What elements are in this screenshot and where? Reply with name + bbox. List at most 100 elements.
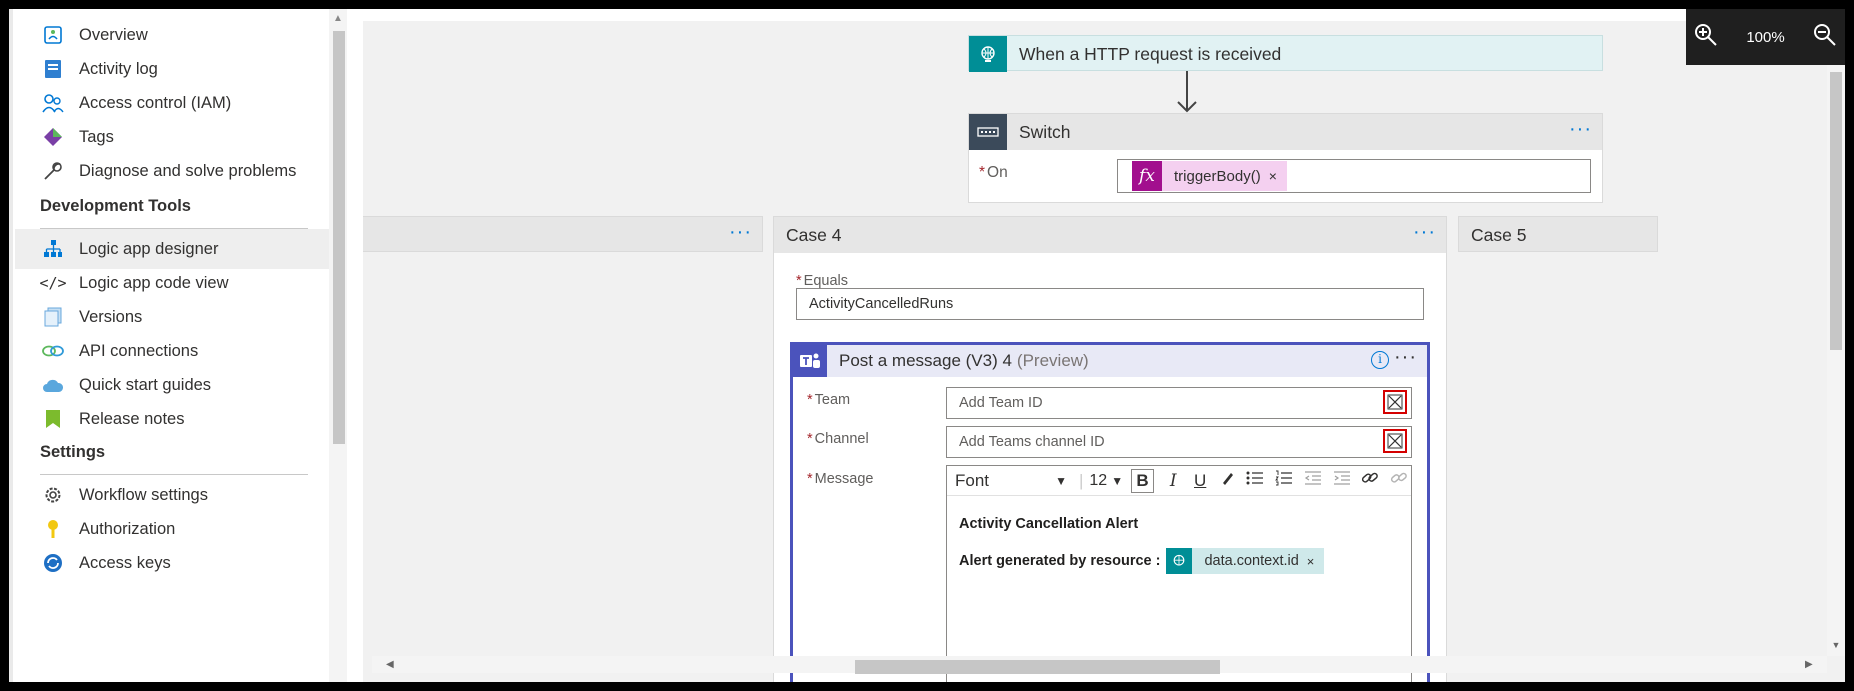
sidebar-item-label: Quick start guides <box>79 375 212 394</box>
gear-icon <box>41 483 65 507</box>
activity-log-icon <box>41 57 65 81</box>
trigger-title: When a HTTP request is received <box>1019 43 1282 64</box>
more-options-icon[interactable]: ··· <box>1569 118 1592 141</box>
chevron-down-icon[interactable]: ▼ <box>1055 474 1067 488</box>
sidebar-item-label: Logic app designer <box>79 239 219 258</box>
italic-icon[interactable]: I <box>1164 471 1183 491</box>
sidebar-item-label: Access control (IAM) <box>79 93 232 112</box>
message-editor[interactable]: Font ▼ | 12 ▼ B I U Activity Cancellatio… <box>946 465 1412 682</box>
switch-title: Switch <box>1019 121 1071 142</box>
link-icon[interactable] <box>1361 470 1382 491</box>
sidebar-item-label: Workflow settings <box>79 485 208 504</box>
switch-on-field[interactable]: fx triggerBody() × <box>1117 159 1591 193</box>
unlink-icon[interactable] <box>1390 470 1411 491</box>
designer-icon <box>41 237 65 261</box>
token-label: data.context.id <box>1204 553 1299 569</box>
scroll-down-arrow-icon[interactable]: ▼ <box>1828 640 1844 654</box>
more-options-icon[interactable]: ··· <box>1413 221 1436 244</box>
close-icon <box>1387 433 1403 449</box>
link-icon <box>41 339 65 363</box>
channel-label: * Channel <box>807 431 869 447</box>
case-title: Case 4 <box>786 224 842 245</box>
sidebar-item-label: Access keys <box>79 553 171 572</box>
more-options-icon[interactable]: ··· <box>729 221 752 244</box>
equals-input[interactable]: ActivityCancelledRuns <box>796 288 1424 320</box>
highlight-icon[interactable] <box>1218 470 1239 491</box>
scroll-right-arrow-icon[interactable]: ▶ <box>1805 659 1813 670</box>
sidebar-item-release-notes[interactable]: Release notes <box>15 399 331 439</box>
case-card-previous[interactable]: ··· <box>363 216 763 252</box>
info-icon[interactable]: i <box>1371 351 1389 369</box>
code-icon: </> <box>39 274 67 292</box>
editor-toolbar: Font ▼ | 12 ▼ B I U <box>947 466 1411 496</box>
message-label: * Message <box>807 471 874 487</box>
bulleted-list-icon[interactable] <box>1246 470 1267 491</box>
expression-token[interactable]: fx triggerBody() × <box>1132 161 1287 191</box>
preview-label: (Preview) <box>1016 351 1089 370</box>
message-line-1: Activity Cancellation Alert <box>959 516 1139 532</box>
wrench-icon <box>41 159 65 183</box>
case-5-card[interactable]: Case 5 <box>1458 216 1658 252</box>
sidebar-item-label: Versions <box>79 307 143 326</box>
switch-card[interactable]: Switch ··· * On fx triggerBody() × <box>968 113 1603 203</box>
versions-icon <box>41 305 65 329</box>
scroll-up-arrow-icon[interactable]: ▲ <box>331 13 345 27</box>
refresh-key-icon <box>41 551 65 575</box>
equals-label: * Equals <box>796 273 848 289</box>
font-size-select[interactable]: 12 <box>1089 472 1107 490</box>
people-icon <box>41 91 65 115</box>
sidebar-item-diagnose[interactable]: Diagnose and solve problems <box>15 151 331 191</box>
decrease-indent-icon[interactable] <box>1304 470 1325 491</box>
channel-placeholder: Add Teams channel ID <box>959 434 1105 450</box>
canvas-vertical-scroll-thumb[interactable] <box>1830 72 1842 350</box>
sidebar-item-access-keys[interactable]: Access keys <box>15 543 331 583</box>
dynamic-content-token[interactable]: data.context.id × <box>1166 548 1325 574</box>
overview-icon <box>41 23 65 47</box>
zoom-level: 100% <box>1746 28 1785 46</box>
canvas-horizontal-scroll-thumb[interactable] <box>855 660 1220 674</box>
section-title-development-tools: Development Tools <box>40 197 191 215</box>
post-message-card[interactable]: Post a message (V3) 4 (Preview) i ··· * T… <box>790 342 1430 682</box>
sidebar-item-label: Activity log <box>79 59 158 78</box>
channel-input[interactable]: Add Teams channel ID <box>946 426 1412 458</box>
remove-token-icon[interactable]: × <box>1307 554 1325 569</box>
team-input[interactable]: Add Team ID <box>946 387 1412 419</box>
underline-icon[interactable]: U <box>1191 471 1210 491</box>
numbered-list-icon[interactable] <box>1275 470 1296 491</box>
trigger-card[interactable]: When a HTTP request is received <box>968 35 1603 72</box>
bold-icon[interactable]: B <box>1131 468 1154 493</box>
sidebar-item-label: Logic app code view <box>79 273 229 292</box>
designer-canvas: When a HTTP request is received Switch ·… <box>363 21 1845 682</box>
sidebar: Overview Activity log Access control (IA… <box>9 9 347 682</box>
switch-icon <box>969 114 1007 150</box>
section-title-settings: Settings <box>40 443 106 461</box>
channel-clear-button[interactable] <box>1383 429 1407 453</box>
sidebar-item-label: API connections <box>79 341 199 360</box>
sidebar-item-label: Release notes <box>79 409 185 428</box>
more-options-icon[interactable]: ··· <box>1394 346 1417 369</box>
close-icon <box>1387 394 1403 410</box>
tag-icon <box>41 125 65 149</box>
post-message-header: Post a message (V3) 4 (Preview) i ··· <box>793 345 1427 377</box>
team-label: * Team <box>807 392 851 408</box>
remove-token-icon[interactable]: × <box>1269 168 1287 184</box>
chevron-down-icon[interactable]: ▼ <box>1111 474 1123 488</box>
sidebar-item-label: Authorization <box>79 519 176 538</box>
sidebar-item-label: Tags <box>79 127 114 146</box>
font-select[interactable]: Font <box>955 471 1055 491</box>
token-label: triggerBody() <box>1174 167 1261 185</box>
zoom-out-icon[interactable] <box>1813 23 1837 52</box>
scroll-left-arrow-icon[interactable]: ◀ <box>386 659 394 670</box>
sidebar-edge <box>9 9 13 682</box>
message-line-2-text: Alert generated by resource : <box>959 553 1161 569</box>
sidebar-item-label: Overview <box>79 25 148 44</box>
sidebar-scroll-thumb[interactable] <box>333 31 345 444</box>
increase-indent-icon[interactable] <box>1333 470 1354 491</box>
case-4-container: Case 4 ··· * Equals ActivityCancelledRuns… <box>773 216 1447 682</box>
bookmark-icon <box>41 407 65 431</box>
team-clear-button[interactable] <box>1383 390 1407 414</box>
fx-icon: fx <box>1132 161 1162 191</box>
key-icon <box>41 517 65 541</box>
zoom-in-icon[interactable] <box>1694 23 1718 52</box>
case-title: Case 5 <box>1471 225 1527 245</box>
